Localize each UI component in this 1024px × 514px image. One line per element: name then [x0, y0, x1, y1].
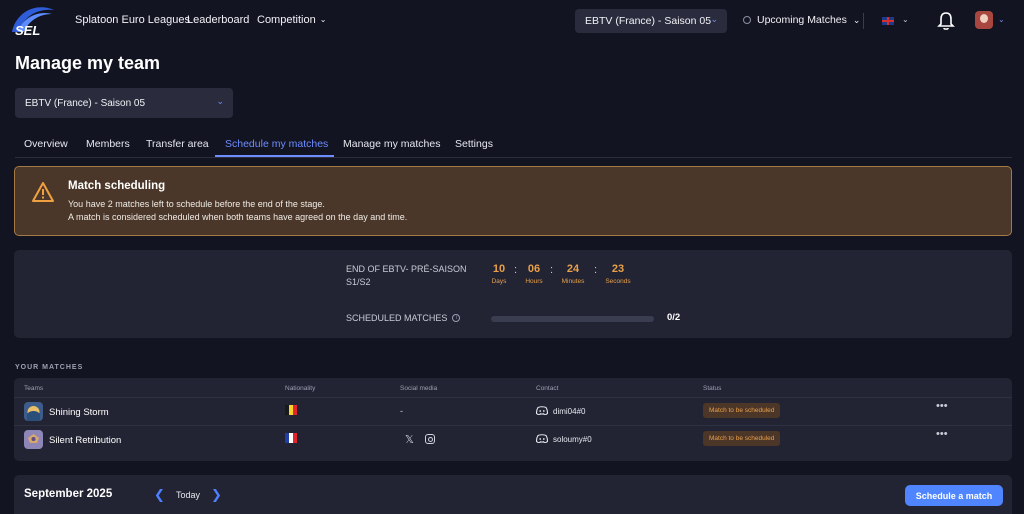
countdown-hours-label: Hours — [525, 278, 543, 285]
tab-members[interactable]: Members — [86, 138, 130, 150]
header-teams: Teams — [24, 385, 44, 392]
team-season-select-value: EBTV (France) - Saison 05 — [25, 97, 146, 109]
matches-table: Teams Nationality Social media Contact S… — [14, 378, 1012, 461]
belgium-flag-icon — [285, 405, 297, 415]
status-badge: Match to be scheduled — [703, 403, 781, 418]
contact-discord[interactable]: soloumy#0 — [553, 435, 592, 444]
countdown-seconds-value: 23 — [611, 263, 625, 275]
info-icon[interactable]: i — [452, 314, 461, 322]
scheduled-count: 0/2 — [667, 312, 681, 323]
chevron-right-icon[interactable]: ❯ — [211, 487, 222, 503]
countdown-seconds: 23 Seconds — [603, 263, 633, 285]
countdown-minutes-label: Minutes — [561, 278, 585, 285]
tab-settings[interactable]: Settings — [455, 138, 493, 150]
discord-icon — [536, 434, 548, 443]
contact-discord[interactable]: dimi04#0 — [553, 407, 585, 416]
tab-bar: Overview Members Transfer area Schedule … — [15, 130, 1012, 158]
countdown-separator: : — [514, 264, 518, 276]
status-badge: Match to be scheduled — [703, 431, 781, 446]
chevron-down-icon: ⌄ — [710, 14, 718, 24]
chevron-down-icon: ⌄ — [216, 96, 224, 106]
countdown-hours: 06 Hours — [523, 263, 545, 285]
countdown-days-value: 10 — [492, 263, 506, 275]
countdown-separator: : — [594, 264, 598, 276]
upcoming-matches-label: Upcoming Matches — [757, 14, 847, 26]
countdown-minutes-value: 24 — [566, 263, 580, 275]
nav-competition[interactable]: Competition ⌄ — [257, 14, 326, 26]
scheduled-matches-label: SCHEDULED MATCHES i — [346, 313, 461, 323]
x-icon[interactable]: 𝕏 — [405, 433, 414, 446]
countdown-separator: : — [550, 264, 554, 276]
countdown-days: 10 Days — [489, 263, 509, 285]
today-button[interactable]: Today — [176, 490, 200, 500]
clock-icon — [743, 16, 751, 24]
team-name[interactable]: Silent Retribution — [49, 435, 121, 446]
uk-flag-icon[interactable] — [882, 17, 894, 25]
header-nationality: Nationality — [285, 385, 316, 392]
tab-schedule-my-matches[interactable]: Schedule my matches — [225, 138, 328, 150]
countdown-hours-value: 06 — [527, 263, 541, 275]
calendar-toolbar: September 2025 ❮ Today ❯ Schedule a matc… — [14, 475, 1012, 514]
table-header: Teams Nationality Social media Contact S… — [14, 378, 1012, 398]
team-name[interactable]: Shining Storm — [49, 407, 109, 418]
instagram-icon[interactable] — [425, 434, 435, 444]
nav-splatoon-euro-leagues[interactable]: Splatoon Euro Leagues — [75, 14, 190, 26]
nav-competition-label: Competition — [257, 14, 316, 26]
tab-transfer-area[interactable]: Transfer area — [146, 138, 209, 150]
nav-leaderboard[interactable]: Leaderboard — [187, 14, 249, 26]
social-media-empty: - — [400, 406, 403, 416]
alert-line-1: You have 2 matches left to schedule befo… — [68, 199, 325, 209]
table-row[interactable]: Silent Retribution 𝕏 soloumy#0 Match to … — [14, 426, 1012, 454]
more-options-icon[interactable]: ••• — [936, 400, 948, 412]
scheduled-matches-text: SCHEDULED MATCHES — [346, 313, 448, 323]
match-scheduling-alert: Match scheduling You have 2 matches left… — [14, 166, 1012, 236]
tab-overview[interactable]: Overview — [24, 138, 68, 150]
chevron-down-icon[interactable]: ⌄ — [998, 15, 1005, 24]
alert-title: Match scheduling — [68, 180, 166, 192]
discord-icon — [536, 406, 548, 415]
chevron-left-icon[interactable]: ❮ — [154, 487, 165, 503]
top-navigation: SEL Splatoon Euro Leagues Leaderboard Co… — [0, 0, 1024, 42]
season-select[interactable]: EBTV (France) - Saison 05 ⌄ — [575, 9, 727, 33]
season-select-value: EBTV (France) - Saison 05 — [585, 15, 712, 27]
divider — [863, 13, 864, 29]
sel-logo[interactable]: SEL — [8, 2, 58, 38]
countdown-label: END OF EBTV- PRÉ-SAISON S1/S2 — [346, 264, 467, 287]
scheduled-progress-bar — [491, 316, 654, 322]
alert-line-2: A match is considered scheduled when bot… — [68, 212, 408, 222]
chevron-down-icon: ⌄ — [852, 14, 861, 25]
header-contact: Contact — [536, 385, 559, 392]
more-options-icon[interactable]: ••• — [936, 428, 948, 440]
countdown-seconds-label: Seconds — [605, 278, 631, 285]
warning-icon — [32, 182, 54, 202]
team-logo-silent-retribution — [24, 430, 43, 449]
team-season-select[interactable]: EBTV (France) - Saison 05 ⌄ — [15, 88, 233, 118]
countdown-card: END OF EBTV- PRÉ-SAISON S1/S2 10 Days : … — [14, 250, 1012, 338]
schedule-match-button[interactable]: Schedule a match — [905, 485, 1003, 506]
active-tab-indicator — [215, 155, 334, 157]
your-matches-title: YOUR MATCHES — [15, 364, 84, 371]
tab-manage-my-matches[interactable]: Manage my matches — [343, 138, 440, 150]
chevron-down-icon[interactable]: ⌄ — [902, 15, 909, 24]
avatar[interactable] — [975, 11, 993, 29]
calendar-month: September 2025 — [24, 488, 113, 500]
header-social-media: Social media — [400, 385, 438, 392]
upcoming-matches-button[interactable]: Upcoming Matches ⌄ — [743, 14, 860, 26]
countdown-days-label: Days — [491, 278, 507, 285]
page-title: Manage my team — [15, 53, 161, 73]
france-flag-icon — [285, 433, 297, 443]
svg-text:SEL: SEL — [15, 23, 40, 38]
table-row[interactable]: Shining Storm - dimi04#0 Match to be sch… — [14, 398, 1012, 426]
chevron-down-icon: ⌄ — [319, 15, 327, 24]
bell-icon[interactable] — [937, 11, 955, 31]
header-status: Status — [703, 385, 722, 392]
team-logo-shining-storm — [24, 402, 43, 421]
countdown-minutes: 24 Minutes — [559, 263, 587, 285]
